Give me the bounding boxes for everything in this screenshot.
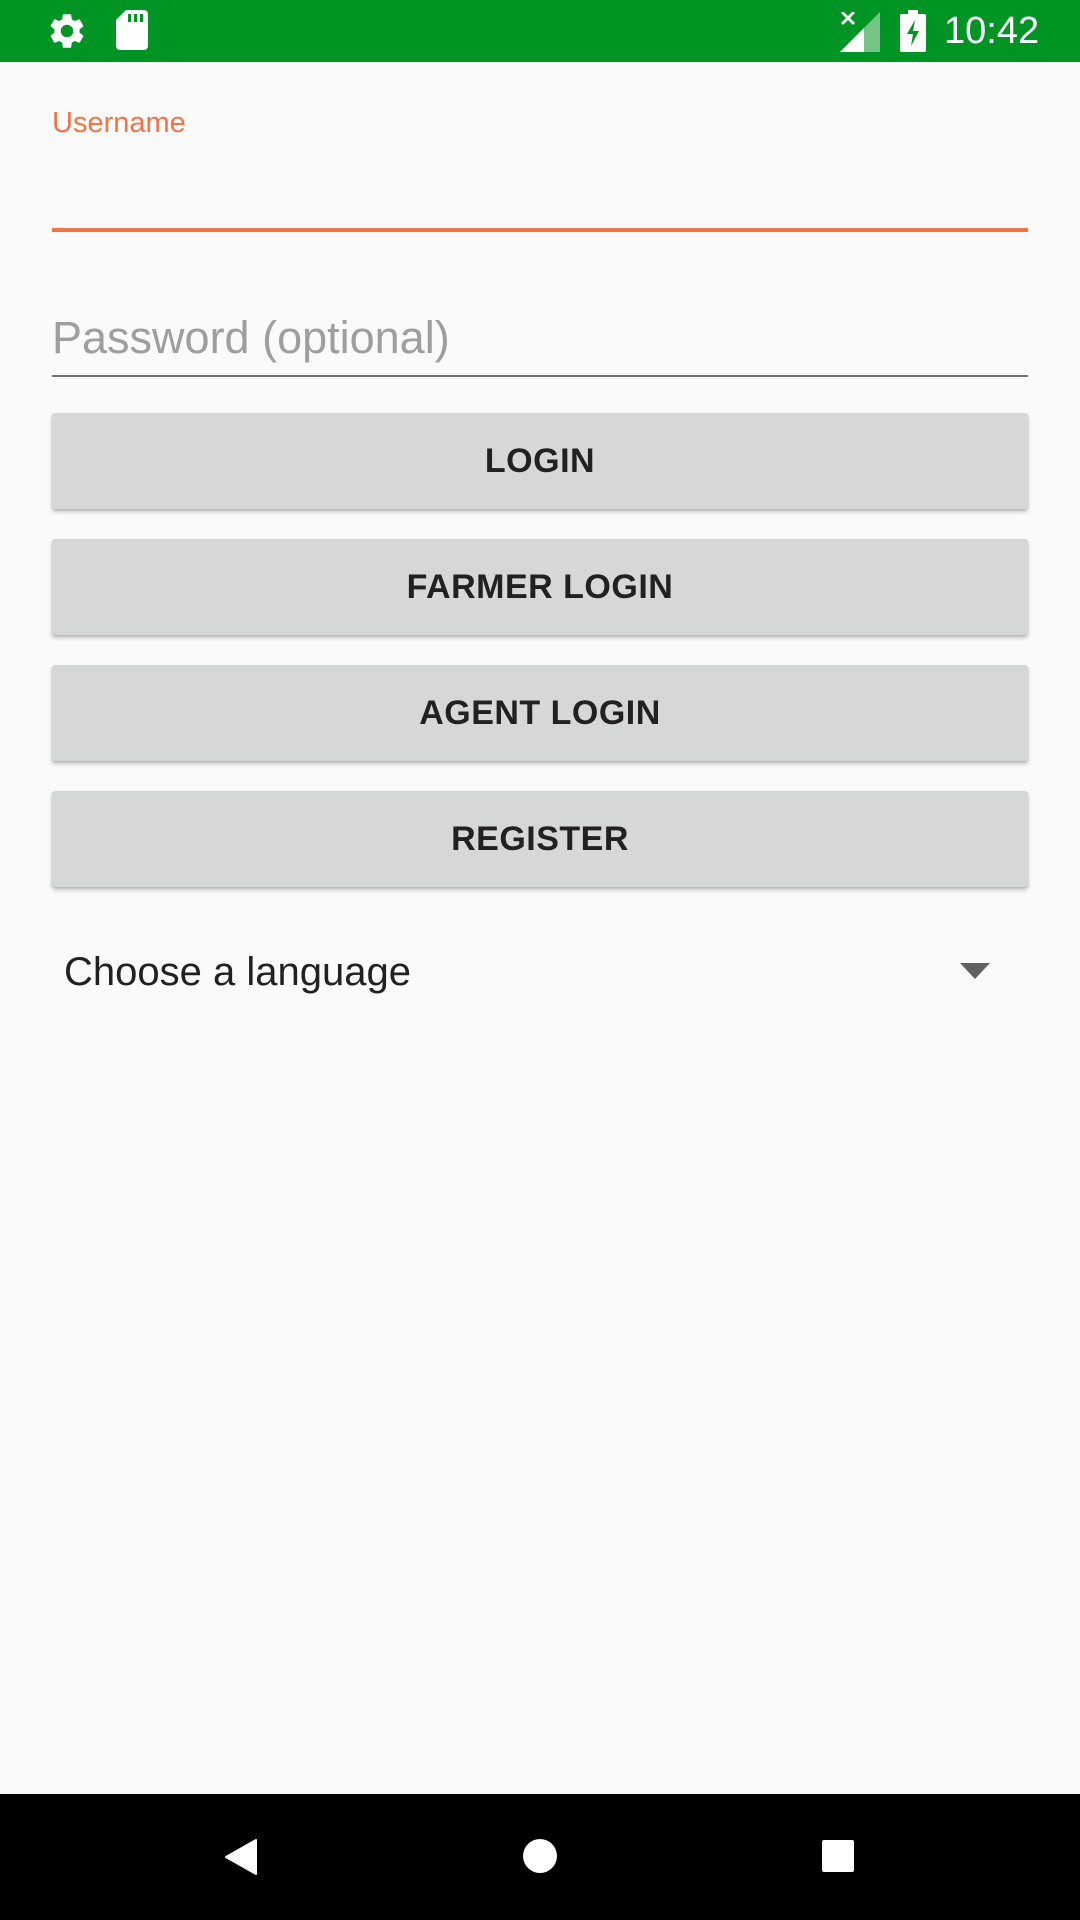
register-button[interactable]: REGISTER: [52, 791, 1028, 887]
username-field: Username: [52, 100, 1028, 234]
username-underline: [52, 228, 1028, 232]
home-icon[interactable]: [522, 1838, 558, 1874]
password-field: [52, 300, 1028, 380]
sd-card-icon: [116, 10, 148, 50]
gear-icon: [50, 14, 84, 48]
login-button[interactable]: LOGIN: [52, 413, 1028, 509]
username-input[interactable]: [52, 160, 1028, 220]
back-icon[interactable]: [224, 1838, 258, 1876]
battery-charging-icon: [900, 10, 926, 52]
agent-login-button[interactable]: AGENT LOGIN: [52, 665, 1028, 761]
language-spinner[interactable]: Choose a language: [52, 918, 1028, 1022]
password-input[interactable]: [52, 308, 1028, 368]
status-time: 10:42: [944, 10, 1040, 52]
recents-icon[interactable]: [820, 1838, 856, 1874]
farmer-login-button[interactable]: FARMER LOGIN: [52, 539, 1028, 635]
dropdown-arrow-icon: [960, 963, 990, 979]
password-underline: [52, 375, 1028, 377]
status-bar: 10:42: [0, 0, 1080, 62]
navigation-bar: [0, 1794, 1080, 1920]
language-spinner-value: Choose a language: [64, 950, 411, 994]
signal-no-data-icon: [840, 12, 880, 52]
login-screen: 10:42 Username LOGIN FARMER LOGIN AGENT …: [0, 0, 1080, 1920]
username-label: Username: [52, 107, 186, 139]
